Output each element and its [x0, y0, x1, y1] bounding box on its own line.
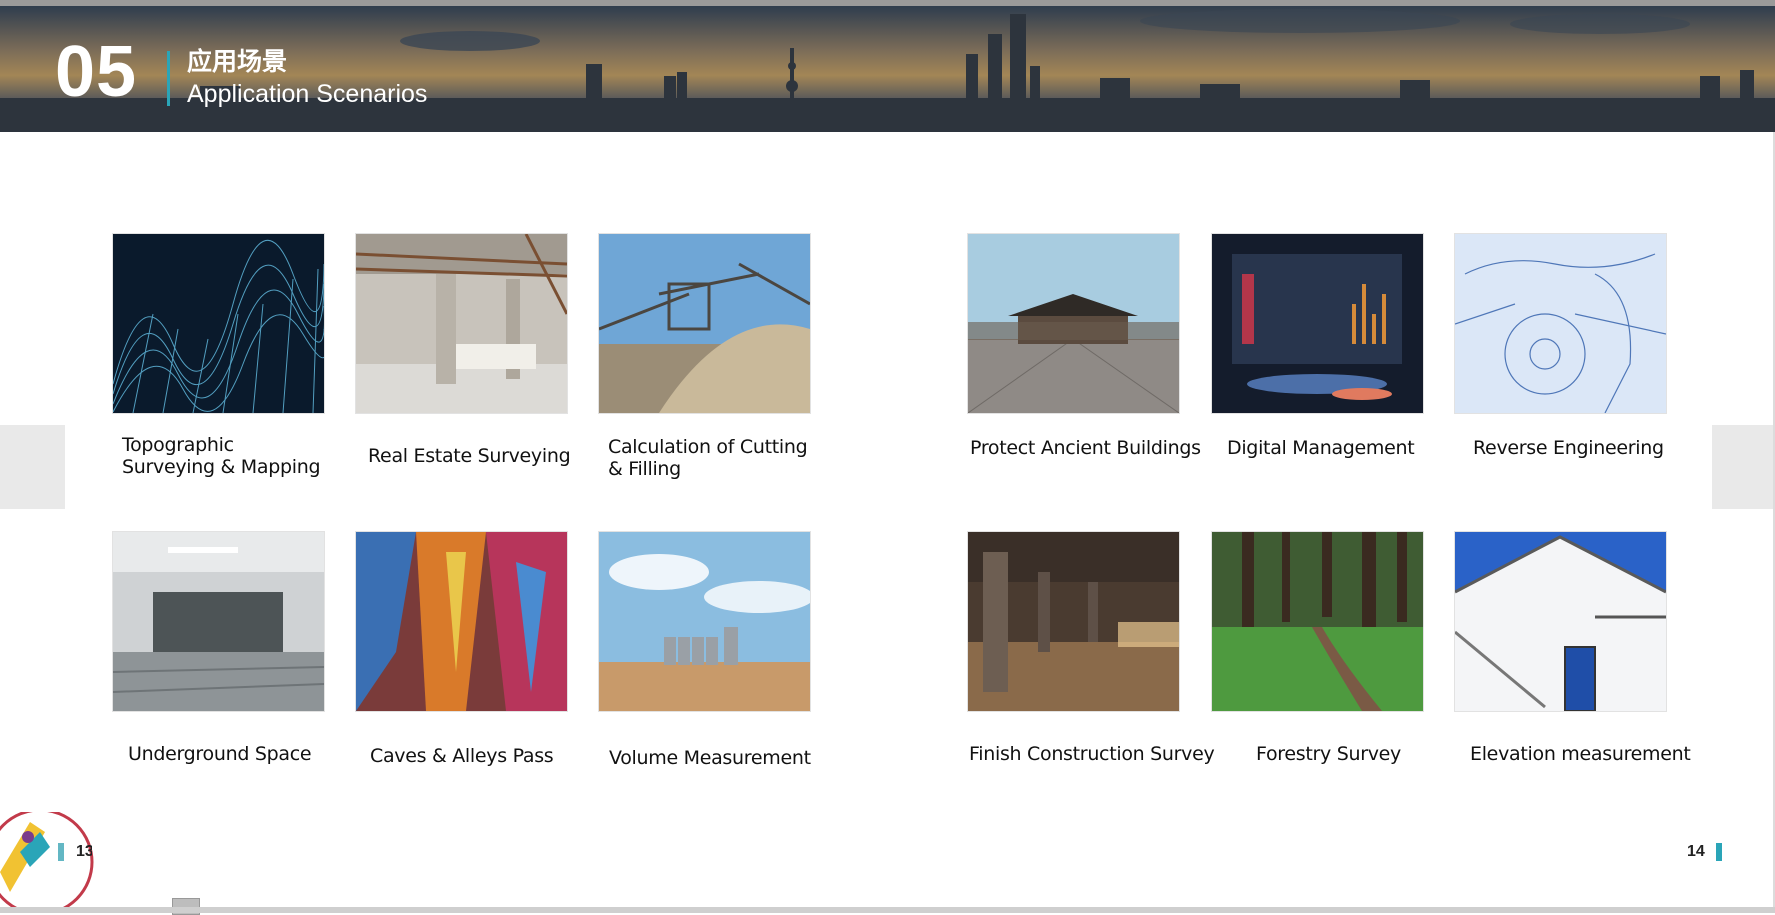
forest-path-image [1212, 532, 1423, 711]
scenario-label: Elevation measurement [1470, 743, 1691, 765]
scenario-label: Reverse Engineering [1473, 437, 1664, 459]
underground-parking-image [113, 532, 324, 711]
scenario-label: Real Estate Surveying [368, 445, 571, 467]
section-number: 05 [55, 32, 138, 112]
white-building-facade-image [1455, 532, 1666, 711]
previous-page-tab[interactable] [0, 425, 65, 509]
grain-silo-field-image [599, 532, 810, 711]
scenario-label: Topographic Surveying & Mapping [122, 434, 321, 478]
scenario-label: Protect Ancient Buildings [970, 437, 1201, 459]
scenario-label: Caves & Alleys Pass [370, 745, 554, 767]
ancient-palace-square-image [968, 234, 1179, 413]
page-number-right: 14 [1687, 843, 1705, 860]
wireframe-terrain-image [113, 234, 324, 413]
decorative-emblem-icon [0, 812, 94, 913]
section-title-en: Application Scenarios [187, 80, 428, 108]
bottom-border [0, 907, 1775, 913]
header-divider [167, 51, 170, 106]
scenario-label: Finish Construction Survey [969, 743, 1215, 765]
digital-data-room-image [1212, 234, 1423, 413]
scenario-label: Underground Space [128, 743, 312, 765]
scenario-label: Digital Management [1227, 437, 1415, 459]
quarry-sand-pile-image [599, 234, 810, 413]
header-banner: 05 应用场景 Application Scenarios [0, 6, 1775, 132]
wireframe-car-interior-image [1455, 234, 1666, 413]
page-marker-right [1716, 843, 1722, 861]
empty-building-interior-image [356, 234, 567, 413]
section-title-cn: 应用场景 [187, 48, 288, 76]
next-page-tab[interactable] [1712, 425, 1775, 509]
page-number-left: 13 [76, 843, 92, 860]
concrete-structure-image [968, 532, 1179, 711]
scenario-label: Forestry Survey [1256, 743, 1401, 765]
scenario-label: Volume Measurement [609, 747, 811, 769]
page-marker-left [58, 843, 64, 861]
colorful-cave-image [356, 532, 567, 711]
scenario-label: Calculation of Cutting & Filling [608, 436, 808, 480]
